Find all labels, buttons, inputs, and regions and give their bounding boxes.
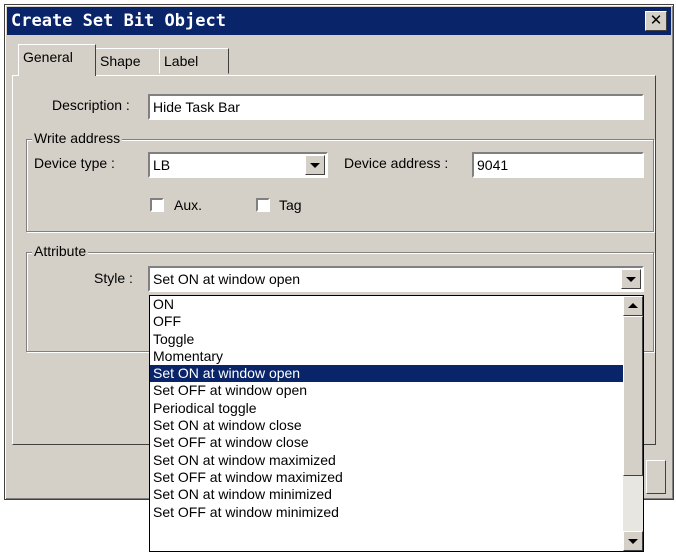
partial-button[interactable] — [646, 460, 666, 494]
tab-label-label: Label — [164, 53, 199, 69]
device-type-label: Device type : — [34, 155, 115, 171]
device-address-label: Device address : — [344, 155, 449, 171]
style-option[interactable]: Momentary — [150, 348, 643, 365]
tab-label[interactable]: Label — [159, 48, 229, 74]
chevron-up-icon — [628, 303, 638, 308]
chevron-down-icon — [628, 539, 638, 544]
device-address-input[interactable]: 9041 — [472, 152, 644, 178]
style-option[interactable]: Set ON at window close — [150, 417, 643, 434]
description-input[interactable]: Hide Task Bar — [148, 94, 644, 120]
chevron-down-icon[interactable] — [305, 155, 325, 175]
device-type-select[interactable]: LB — [148, 152, 328, 178]
style-option[interactable]: Set ON at window maximized — [150, 452, 643, 469]
style-option[interactable]: Toggle — [150, 331, 643, 348]
write-address-legend: Write address — [32, 130, 123, 146]
style-option[interactable]: Set OFF at window minimized — [150, 504, 643, 521]
tab-shape-label: Shape — [100, 53, 141, 69]
style-option[interactable]: Periodical toggle — [150, 400, 643, 417]
tab-general-label: General — [23, 49, 73, 65]
chevron-down-icon[interactable] — [621, 269, 641, 289]
tab-shape[interactable]: Shape — [95, 48, 160, 74]
style-dropdown-list[interactable]: ON OFF Toggle Momentary Set ON at window ope… — [149, 295, 644, 552]
attribute-legend: Attribute — [32, 243, 89, 259]
style-option[interactable]: ON — [150, 296, 643, 313]
style-options: ON OFF Toggle Momentary Set ON at window ope… — [150, 296, 643, 521]
style-option[interactable]: OFF — [150, 313, 643, 330]
aux-checkbox[interactable] — [150, 198, 164, 212]
tag-label: Tag — [279, 197, 302, 213]
style-option[interactable]: Set ON at window minimized — [150, 486, 643, 503]
style-option[interactable]: Set ON at window open — [150, 365, 643, 383]
tab-general[interactable]: General — [18, 44, 96, 76]
scrollbar-thumb[interactable] — [623, 316, 643, 476]
scrollbar[interactable] — [623, 296, 643, 551]
style-label: Style : — [94, 270, 133, 286]
style-option[interactable]: Set OFF at window maximized — [150, 469, 643, 486]
title-bar[interactable]: Create Set Bit Object ✕ — [7, 7, 671, 35]
scroll-up-button[interactable] — [623, 296, 643, 316]
style-select[interactable]: Set ON at window open — [148, 266, 644, 292]
style-option[interactable]: Set OFF at window close — [150, 434, 643, 451]
description-label: Description : — [52, 97, 130, 113]
dialog-title: Create Set Bit Object — [11, 11, 226, 31]
aux-label: Aux. — [174, 197, 203, 213]
style-option[interactable]: Set OFF at window open — [150, 382, 643, 399]
scroll-down-button[interactable] — [623, 531, 643, 551]
tag-checkbox[interactable] — [256, 198, 270, 212]
close-icon[interactable]: ✕ — [645, 11, 667, 31]
